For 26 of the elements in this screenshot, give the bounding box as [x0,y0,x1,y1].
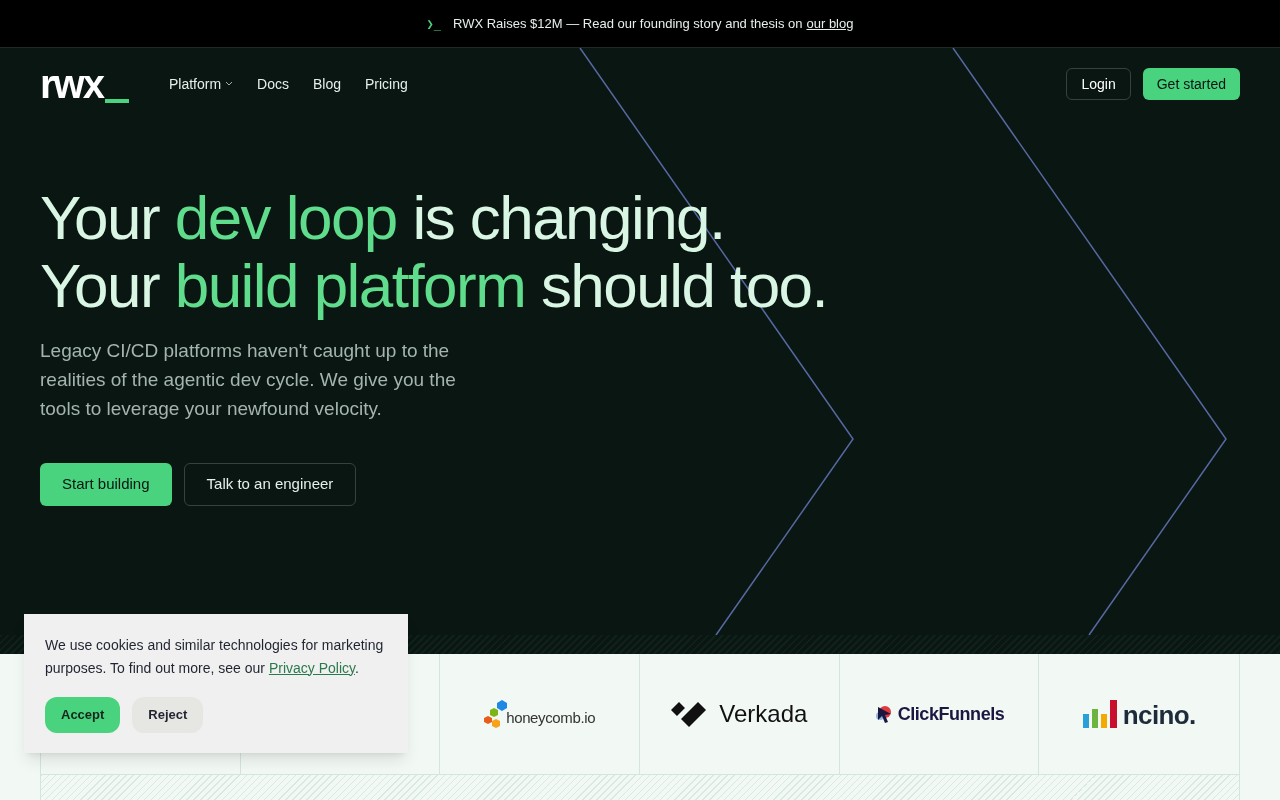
rwx-logo[interactable]: rwx [40,64,129,104]
nav-link[interactable]: Pricing [365,73,408,95]
blog-link[interactable]: our blog [806,13,854,34]
nav-link[interactable]: Docs [257,73,289,95]
company-logo-text: ClickFunnels [897,702,1005,726]
prompt-icon-text: ❯_ [426,15,441,33]
hero-subtitle: Legacy CI/CD platforms haven't caught up to the realities of the agentic dev cycle. We give you the tools to leverage your newfound velocity. [40,339,457,421]
company-logo-text: ncino. [1122,702,1196,728]
company-logo-text: honeycomb.io [506,707,596,728]
checkmark-icon [671,701,708,727]
bar-chart-icon [1082,700,1117,728]
company-logo-text: Verkada [719,699,808,729]
get-started-button[interactable]: Get started [1142,68,1240,100]
hexagons-icon [484,699,509,729]
nav-link[interactable]: Blog [312,73,341,95]
login-button[interactable]: Login [1066,68,1131,100]
start-building-button[interactable]: Start building [40,463,172,506]
announcement-text: RWX Raises $12M — Read our founding story and thesis on [453,14,803,33]
nav-link[interactable]: Platform [168,73,234,95]
privacy-policy-link[interactable]: Privacy Policy [268,659,355,676]
reject-button[interactable]: Reject [132,697,204,733]
talk-button[interactable]: Talk to an engineer [183,463,357,506]
cookie-text: We use cookies and similar technologies for marketing purposes. To find out more, see our Privacy Policy. [45,636,385,678]
chevron-down-icon [225,81,234,87]
cursor-icon [873,704,894,724]
accept-button[interactable]: Accept [45,697,121,733]
